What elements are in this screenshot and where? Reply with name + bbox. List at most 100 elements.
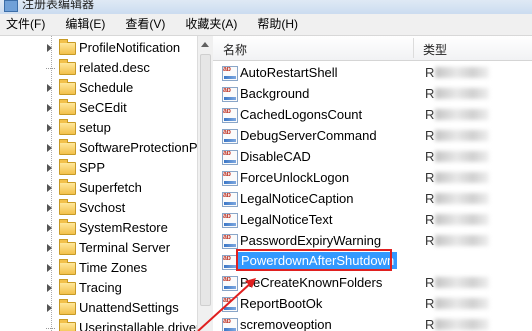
tree-scrollbar[interactable] xyxy=(197,36,214,331)
folder-icon xyxy=(59,179,76,195)
tree-item[interactable]: SoftwareProtectionPlatform xyxy=(0,138,197,158)
string-value-icon-bar xyxy=(224,160,236,163)
value-row[interactable]: ab DebugServerCommand R xyxy=(213,125,532,146)
redacted-type-blur xyxy=(435,130,489,141)
value-row[interactable]: ab scremoveoption R xyxy=(213,314,532,331)
value-row[interactable]: ab DisableCAD R xyxy=(213,146,532,167)
value-row-selected[interactable]: ab PowerdownAfterShutdown xyxy=(213,251,532,272)
expand-arrow-icon[interactable] xyxy=(47,244,52,252)
tree-item[interactable]: Terminal Server xyxy=(0,238,197,258)
expand-arrow-icon[interactable] xyxy=(47,204,52,212)
expand-arrow-icon[interactable] xyxy=(47,184,52,192)
value-row[interactable]: ab LegalNoticeText R xyxy=(213,209,532,230)
string-value-icon-bar xyxy=(224,223,236,226)
expand-arrow-icon[interactable] xyxy=(47,144,52,152)
expand-arrow-icon[interactable] xyxy=(47,104,52,112)
folder-icon xyxy=(59,99,76,115)
tree-item[interactable]: setup xyxy=(0,118,197,138)
value-row[interactable]: ab AutoRestartShell R xyxy=(213,62,532,83)
string-value-icon-text: ab xyxy=(223,66,231,73)
scroll-up-arrow-icon[interactable] xyxy=(201,42,209,47)
value-row[interactable]: ab Background R xyxy=(213,83,532,104)
string-value-icon-bar xyxy=(224,139,236,142)
value-row[interactable]: ab LegalNoticeCaption R xyxy=(213,188,532,209)
tree-item[interactable]: SPP xyxy=(0,158,197,178)
column-separator[interactable] xyxy=(413,38,414,58)
menu-file[interactable]: 文件(F) xyxy=(0,14,51,35)
tree-item[interactable]: Svchost xyxy=(0,198,197,218)
redacted-type-blur xyxy=(435,298,489,309)
tree-item[interactable]: related.desc xyxy=(0,58,197,78)
string-value-icon-text: ab xyxy=(223,297,231,304)
tree-item[interactable]: Userinstallable.drivers xyxy=(0,318,197,331)
tree-item[interactable]: Tracing xyxy=(0,278,197,298)
value-name: LegalNoticeCaption xyxy=(240,191,354,206)
expand-arrow-icon[interactable] xyxy=(47,124,52,132)
tree-item[interactable]: Schedule xyxy=(0,78,197,98)
menu-favorites[interactable]: 收藏夹(A) xyxy=(179,14,243,35)
tree-item-label: Superfetch xyxy=(79,180,142,195)
value-name: PasswordExpiryWarning xyxy=(240,233,382,248)
value-type: R xyxy=(425,107,435,122)
scrollbar-thumb[interactable] xyxy=(200,54,211,306)
value-row[interactable]: ab PreCreateKnownFolders R xyxy=(213,272,532,293)
expand-arrow-icon[interactable] xyxy=(47,84,52,92)
string-value-icon-bar xyxy=(224,307,236,310)
value-name: AutoRestartShell xyxy=(240,65,338,80)
tree-item[interactable]: SystemRestore xyxy=(0,218,197,238)
string-value-icon-text: ab xyxy=(223,129,231,136)
redacted-type-blur xyxy=(435,172,489,183)
registry-key-tree[interactable]: ProfileNotification related.desc Schedule S… xyxy=(0,36,197,331)
string-value-icon: ab xyxy=(222,87,238,102)
tree-item-label: SystemRestore xyxy=(79,220,168,235)
expand-arrow-icon[interactable] xyxy=(47,304,52,312)
folder-icon xyxy=(59,319,76,331)
tree-item-label: UnattendSettings xyxy=(79,300,179,315)
value-type: R xyxy=(425,191,435,206)
string-value-icon: ab xyxy=(222,108,238,123)
value-type: R xyxy=(425,317,435,331)
expand-arrow-icon[interactable] xyxy=(47,284,52,292)
value-type: R xyxy=(425,275,435,290)
value-type: R xyxy=(425,86,435,101)
folder-icon xyxy=(59,199,76,215)
tree-item[interactable]: SeCEdit xyxy=(0,98,197,118)
menu-help[interactable]: 帮助(H) xyxy=(251,14,304,35)
value-type: R xyxy=(425,296,435,311)
expand-arrow-icon[interactable] xyxy=(47,224,52,232)
title-bar: 注册表编辑器 xyxy=(0,0,532,14)
folder-icon xyxy=(59,39,76,55)
string-value-icon: ab xyxy=(222,213,238,228)
value-type: R xyxy=(425,170,435,185)
column-header-name[interactable]: 名称 xyxy=(223,41,247,58)
value-row[interactable]: ab ReportBootOk R xyxy=(213,293,532,314)
value-name: DebugServerCommand xyxy=(240,128,377,143)
expand-arrow-icon[interactable] xyxy=(47,44,52,52)
value-row[interactable]: ab CachedLogonsCount R xyxy=(213,104,532,125)
menu-edit[interactable]: 编辑(E) xyxy=(59,14,111,35)
tree-item[interactable]: Superfetch xyxy=(0,178,197,198)
list-column-header: 名称 类型 xyxy=(213,36,532,61)
tree-item[interactable]: ProfileNotification xyxy=(0,38,197,58)
tree-item-label: Terminal Server xyxy=(79,240,171,255)
value-row[interactable]: ab ForceUnlockLogon R xyxy=(213,167,532,188)
tree-item[interactable]: UnattendSettings xyxy=(0,298,197,318)
value-name: ForceUnlockLogon xyxy=(240,170,350,185)
folder-icon xyxy=(59,59,76,75)
tree-item-label: related.desc xyxy=(79,60,150,75)
string-value-icon: ab xyxy=(222,66,238,81)
string-value-icon-text: ab xyxy=(223,171,231,178)
tree-item[interactable]: Time Zones xyxy=(0,258,197,278)
tree-connector xyxy=(46,328,55,329)
value-name: CachedLogonsCount xyxy=(240,107,363,122)
value-row[interactable]: ab PasswordExpiryWarning R xyxy=(213,230,532,251)
string-value-icon-text: ab xyxy=(223,276,231,283)
registry-values-list[interactable]: 名称 类型 ab AutoRestartShell Rab Background Rab… xyxy=(213,36,532,331)
menu-view[interactable]: 查看(V) xyxy=(119,14,171,35)
expand-arrow-icon[interactable] xyxy=(47,164,52,172)
column-header-type[interactable]: 类型 xyxy=(423,41,447,58)
value-type: R xyxy=(425,149,435,164)
value-name: PowerdownAfterShutdown xyxy=(238,252,398,269)
value-type: R xyxy=(425,233,435,248)
expand-arrow-icon[interactable] xyxy=(47,264,52,272)
